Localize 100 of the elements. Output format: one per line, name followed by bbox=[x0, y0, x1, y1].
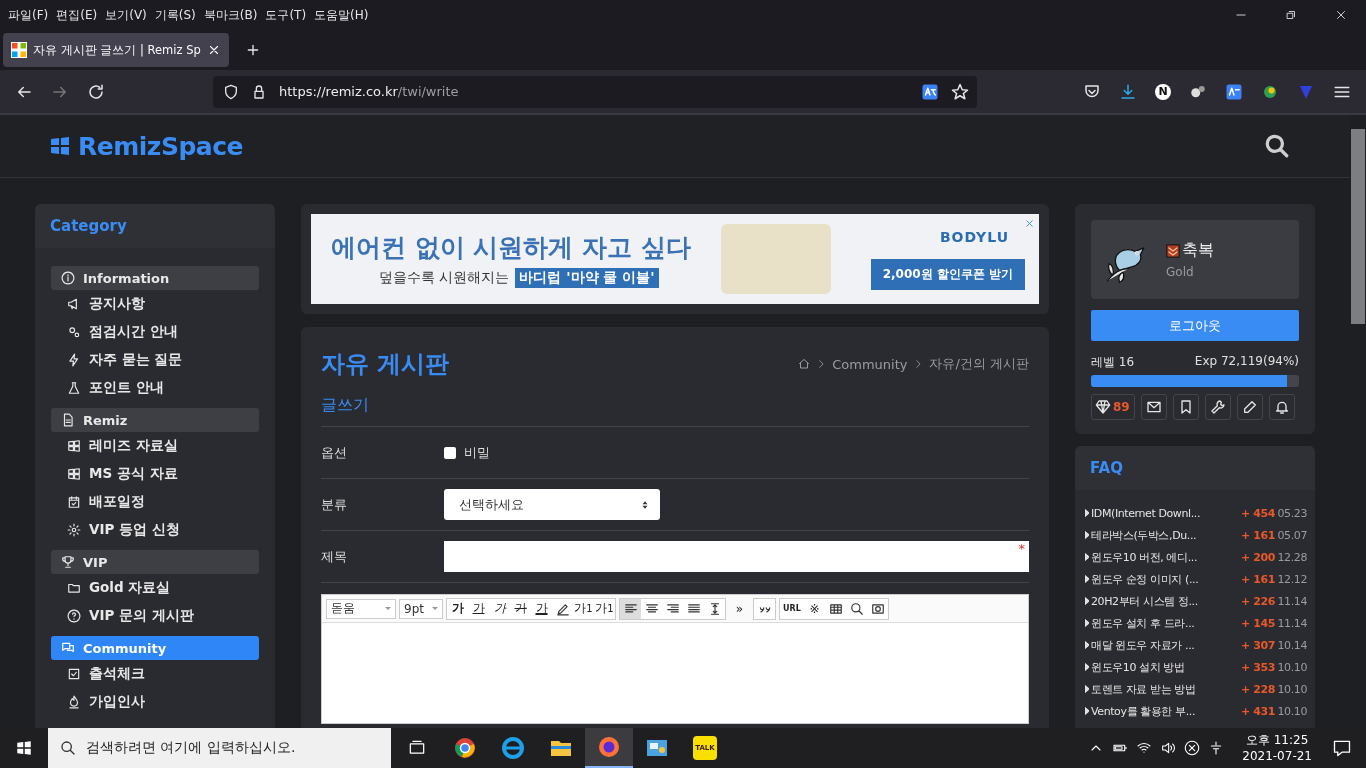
more-button[interactable]: » bbox=[729, 598, 750, 619]
category-header[interactable]: Community bbox=[51, 636, 259, 660]
lock-icon bbox=[251, 83, 267, 100]
category-link[interactable]: 출석체크 bbox=[51, 660, 259, 688]
caret-icon bbox=[1085, 641, 1089, 649]
speaker-icon[interactable] bbox=[1160, 740, 1177, 756]
caret-icon bbox=[1085, 707, 1089, 715]
faq-link[interactable]: 토렌트 자료 받는 방법 bbox=[1091, 681, 1237, 697]
category-link[interactable]: 공지사항 bbox=[51, 290, 259, 318]
category-header[interactable]: VIP bbox=[51, 550, 259, 574]
document-icon bbox=[61, 413, 75, 427]
align-justify-icon bbox=[686, 601, 701, 616]
align-right-icon bbox=[665, 601, 680, 616]
menu-item[interactable]: 기록(S) bbox=[150, 6, 200, 24]
comment-count: + 454 bbox=[1240, 506, 1275, 520]
category-select[interactable]: 선택하세요 bbox=[444, 489, 660, 520]
category-link[interactable]: 레미즈 자료실 bbox=[51, 432, 259, 460]
download-icon[interactable] bbox=[1119, 82, 1138, 101]
windows-logo-icon bbox=[67, 439, 81, 453]
close-icon[interactable] bbox=[1334, 8, 1348, 22]
comment-count: + 307 bbox=[1240, 638, 1275, 652]
special-character-button[interactable]: ※ bbox=[804, 598, 825, 619]
site-logo[interactable]: RemizSpace bbox=[78, 131, 243, 161]
wifi-icon[interactable] bbox=[1136, 740, 1153, 756]
category-link[interactable]: MS 공식 자료 bbox=[51, 460, 259, 488]
menu-item[interactable]: 보기(V) bbox=[101, 6, 151, 24]
comment-count: + 431 bbox=[1240, 704, 1275, 718]
breadcrumb-link[interactable]: 자유/건의 게시판 bbox=[929, 355, 1029, 373]
category-header[interactable]: Information bbox=[51, 266, 259, 290]
checkbox-label[interactable]: 비밀 bbox=[464, 443, 490, 462]
reload-icon[interactable] bbox=[87, 82, 105, 101]
faq-link[interactable]: 윈도우10 버전, 에디... bbox=[1091, 549, 1237, 565]
ad-headline: 에어컨 없이 시원하게 자고 싶다 bbox=[331, 231, 691, 264]
field-label: 옵션 bbox=[321, 443, 348, 462]
experience-label: Exp 72,119(94%) bbox=[1194, 354, 1299, 370]
ad-brand: BODYLU bbox=[939, 228, 1009, 245]
caret-icon bbox=[1085, 509, 1089, 517]
italic-button[interactable]: 가 bbox=[489, 598, 510, 619]
category-link[interactable]: VIP 등업 신청 bbox=[51, 516, 259, 544]
windows-start-icon[interactable] bbox=[15, 739, 33, 757]
ad-banner[interactable]: 에어컨 없이 시원하게 자고 싶다 덮을수록 시원해지는 바디럽 '마약 쿨 이불' BODYLU 2,000원 할인쿠폰 받기 bbox=[311, 214, 1039, 304]
menu-item[interactable]: 편집(E) bbox=[52, 6, 102, 24]
home-icon[interactable] bbox=[798, 358, 811, 370]
faq-link[interactable]: Ventoy를 활용한 부... bbox=[1091, 703, 1237, 719]
field-label: 분류 bbox=[321, 495, 348, 514]
subject-input-field[interactable]: * bbox=[444, 541, 1029, 572]
post-date: 12.12 bbox=[1277, 572, 1307, 586]
link-button[interactable]: URL bbox=[780, 598, 804, 619]
extension-button[interactable]: N bbox=[1155, 83, 1171, 100]
star-icon[interactable] bbox=[951, 82, 970, 101]
category-header[interactable]: Remiz bbox=[51, 408, 259, 432]
font-select[interactable]: 돋움 bbox=[326, 598, 396, 619]
category-link[interactable]: VIP 문의 게시판 bbox=[51, 602, 259, 630]
bell-icon[interactable] bbox=[1269, 394, 1295, 420]
clock[interactable]: 오후 11:25 2021-07-21 bbox=[1242, 732, 1312, 764]
underline-button[interactable]: 가 bbox=[468, 598, 489, 619]
maximize-icon[interactable] bbox=[1284, 8, 1298, 22]
menu-item[interactable]: 북마크(B) bbox=[199, 6, 262, 24]
align-left-button[interactable] bbox=[620, 598, 641, 619]
menu-item[interactable]: 파일(F) bbox=[4, 6, 53, 24]
faq-link[interactable]: 테라박스(두박스,Du... bbox=[1091, 527, 1237, 543]
post-date: 11.14 bbox=[1277, 616, 1307, 630]
faq-link[interactable]: 매달 윈도우 자료가 ... bbox=[1091, 637, 1237, 653]
faq-link[interactable]: 20H2부터 시스템 정... bbox=[1091, 593, 1237, 609]
comment-count: + 226 bbox=[1240, 594, 1275, 608]
search-icon[interactable] bbox=[1264, 133, 1290, 159]
faq-link[interactable]: 윈도우 설치 후 드라... bbox=[1091, 615, 1237, 631]
category-link[interactable]: 자주 묻는 질문 bbox=[51, 346, 259, 374]
coupon-button[interactable]: 2,000원 할인쿠폰 받기 bbox=[870, 258, 1025, 290]
translate-icon[interactable] bbox=[1225, 82, 1243, 101]
mail-icon[interactable] bbox=[1141, 394, 1167, 420]
strikethrough-button[interactable]: 가 bbox=[510, 598, 531, 619]
translate-icon[interactable] bbox=[921, 82, 940, 101]
faq-link[interactable]: 윈도우 순정 이미지 (... bbox=[1091, 571, 1237, 587]
notification-icon[interactable] bbox=[1332, 738, 1352, 758]
pencil-icon[interactable] bbox=[1237, 394, 1263, 420]
faq-link[interactable]: 윈도우10 설치 방법 bbox=[1091, 659, 1237, 675]
wrench-icon[interactable] bbox=[1205, 394, 1231, 420]
address-bar[interactable]: https://remiz.co.kr/twi/write bbox=[213, 75, 978, 108]
category-link[interactable]: Gold 자료실 bbox=[51, 574, 259, 602]
post-date: 10.10 bbox=[1277, 704, 1307, 718]
comment-count: + 145 bbox=[1240, 616, 1275, 630]
checkbox[interactable] bbox=[444, 446, 456, 459]
browser-tab[interactable]: 자유 게시판 글쓰기 | Remiz Sp bbox=[3, 33, 229, 67]
bookmark-icon[interactable] bbox=[1173, 394, 1199, 420]
category-link[interactable]: 배포일정 bbox=[51, 488, 259, 516]
taskbar-search-field[interactable]: 검색하려면 여기에 입력하십시오. bbox=[48, 728, 391, 768]
comment-count: + 161 bbox=[1240, 528, 1275, 542]
text-color-button[interactable]: 가 bbox=[531, 598, 552, 619]
bold-button[interactable]: 가 bbox=[447, 598, 468, 619]
image-icon bbox=[870, 601, 885, 616]
font-size-select[interactable]: 9pt bbox=[399, 598, 443, 619]
menu-item[interactable]: 도움말(H) bbox=[310, 6, 373, 24]
menu-item[interactable]: 도구(T) bbox=[261, 6, 311, 24]
category-link[interactable]: 가입인사 bbox=[51, 688, 259, 716]
faq-link[interactable]: IDM(Internet Downl... bbox=[1091, 506, 1237, 520]
breadcrumb-link[interactable]: Community bbox=[832, 356, 908, 372]
category-link[interactable]: 포인트 안내 bbox=[51, 374, 259, 402]
points-button[interactable]: 89 bbox=[1091, 394, 1135, 420]
category-link[interactable]: 점검시간 안내 bbox=[51, 318, 259, 346]
